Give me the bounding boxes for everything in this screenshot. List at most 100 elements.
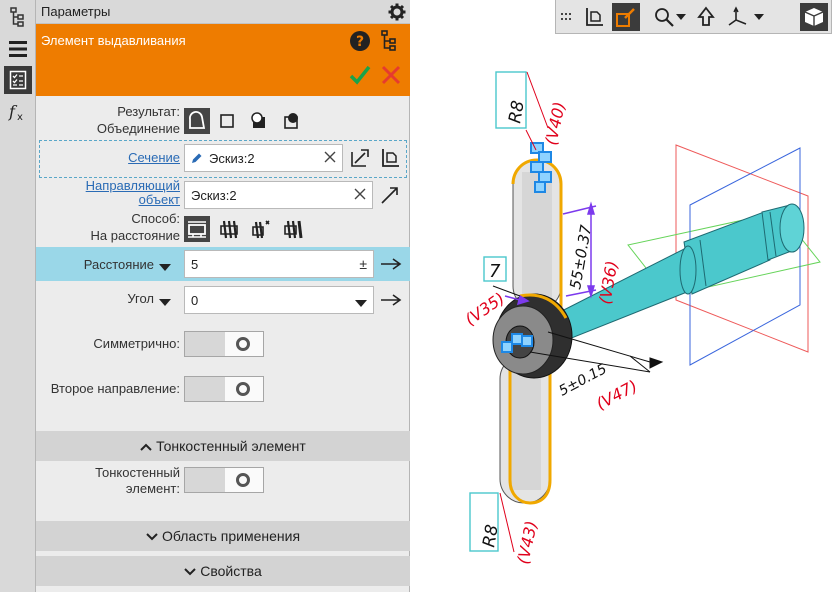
guide-direction-button[interactable] bbox=[377, 182, 403, 208]
properties-section-title: Свойства bbox=[200, 563, 262, 579]
section-clear-button[interactable] bbox=[324, 150, 336, 166]
arrow-right-icon bbox=[381, 258, 402, 270]
clear-x-icon bbox=[354, 188, 366, 200]
clear-x-icon bbox=[324, 151, 336, 163]
zoom-icon bbox=[655, 8, 674, 27]
axes-button[interactable] bbox=[724, 3, 752, 31]
model-viewport[interactable]: R8 (V40) 55±0.37 (V36) 7 (V35) 5±0.15 (V… bbox=[411, 0, 832, 592]
angle-direction-button[interactable] bbox=[380, 293, 402, 310]
intersect-icon bbox=[284, 113, 298, 129]
parameters-list-icon bbox=[9, 70, 27, 90]
chevron-up-icon bbox=[140, 443, 152, 452]
panel-title-bar: Параметры bbox=[36, 0, 410, 24]
result-intersect-button[interactable] bbox=[278, 108, 304, 134]
angle-dropdown-button[interactable] bbox=[159, 295, 171, 310]
caret-down-icon bbox=[754, 14, 764, 20]
toggle-knob bbox=[236, 337, 250, 351]
properties-section-title-wrap: Свойства bbox=[36, 563, 410, 579]
to-vertex-icon bbox=[252, 220, 270, 239]
model-tree-icon bbox=[10, 7, 24, 27]
scope-section-title-wrap: Область применения bbox=[36, 528, 410, 544]
toggle-knob bbox=[236, 382, 250, 396]
edit-mode-button[interactable] bbox=[612, 3, 640, 31]
method-to-surface-button[interactable] bbox=[280, 216, 306, 242]
tree-button[interactable] bbox=[4, 3, 32, 31]
thin-wall-label-line2: элемент: bbox=[125, 481, 180, 496]
operation-title: Элемент выдавливания bbox=[41, 33, 186, 48]
second-direction-toggle[interactable] bbox=[184, 376, 264, 402]
method-distance-button[interactable] bbox=[184, 216, 210, 242]
angle-select[interactable]: 0 bbox=[184, 286, 374, 314]
method-to-vertex-button[interactable] bbox=[248, 216, 274, 242]
guide-value: Эскиз:2 bbox=[191, 188, 237, 203]
result-value: Объединение bbox=[96, 121, 180, 136]
section-label-link[interactable]: Сечение bbox=[36, 150, 180, 166]
distance-dropdown-button[interactable] bbox=[159, 260, 171, 275]
tree-structure-icon bbox=[381, 30, 396, 51]
distance-plusminus-button[interactable]: ± bbox=[359, 256, 367, 272]
result-union-button[interactable] bbox=[184, 108, 210, 134]
toggle-knob bbox=[236, 473, 250, 487]
arrow-right-icon bbox=[381, 294, 402, 306]
cancel-button[interactable] bbox=[380, 64, 402, 89]
function-fx-icon: f x bbox=[8, 102, 23, 123]
chevron-down-icon bbox=[146, 533, 158, 541]
display-style-button[interactable] bbox=[800, 3, 828, 31]
parameters-panel: Параметры Элемент выдавливания ? Результ… bbox=[36, 0, 410, 592]
cube-icon bbox=[804, 8, 824, 26]
svg-text:?: ? bbox=[356, 34, 364, 50]
symmetric-label: Симметрично: bbox=[93, 336, 180, 351]
help-button[interactable]: ? bbox=[349, 30, 371, 55]
hamburger-icon bbox=[9, 41, 27, 57]
edit-part-icon bbox=[616, 8, 635, 27]
sketch-mode-button[interactable] bbox=[580, 3, 608, 31]
section-sketch-button[interactable] bbox=[377, 145, 403, 171]
second-direction-label: Второе направление: bbox=[50, 381, 180, 396]
scope-section-title: Область применения bbox=[161, 528, 301, 544]
menu-button[interactable] bbox=[4, 35, 32, 63]
pencil-icon bbox=[192, 153, 202, 163]
thin-wall-section-title-wrap: Тонкостенный элемент bbox=[36, 438, 410, 454]
model-scene: R8 (V40) 55±0.37 (V36) 7 (V35) 5±0.15 (V… bbox=[461, 71, 821, 566]
subtract-icon bbox=[251, 112, 265, 128]
section-value: Эскиз:2 bbox=[209, 151, 255, 166]
panel-settings-button[interactable] bbox=[388, 3, 406, 24]
panel-title: Параметры bbox=[41, 4, 111, 19]
view-orient-button[interactable] bbox=[692, 3, 720, 31]
scope-section-header[interactable]: Область применения bbox=[36, 521, 410, 551]
guide-field[interactable]: Эскиз:2 bbox=[184, 181, 373, 209]
parameters-button[interactable] bbox=[4, 66, 32, 94]
variables-button[interactable]: f x bbox=[4, 98, 32, 126]
symmetric-toggle[interactable] bbox=[184, 331, 264, 357]
dim-r8-bottom-label: R8 bbox=[479, 523, 503, 549]
distance-value: 5 bbox=[191, 257, 199, 272]
sketch-icon bbox=[382, 149, 399, 167]
axes-dropdown[interactable] bbox=[752, 3, 766, 31]
guide-label-link-line2[interactable]: объект bbox=[36, 192, 180, 208]
method-through-all-button[interactable] bbox=[216, 216, 242, 242]
grip-dots-icon bbox=[561, 13, 571, 20]
result-subtract-button[interactable] bbox=[246, 108, 272, 134]
zoom-dropdown[interactable] bbox=[674, 3, 688, 31]
section-field[interactable]: Эскиз:2 bbox=[184, 144, 343, 172]
operation-tree-button[interactable] bbox=[380, 30, 398, 55]
thin-wall-section-header[interactable]: Тонкостенный элемент bbox=[36, 431, 410, 461]
caret-down-icon bbox=[159, 264, 171, 271]
union-icon bbox=[189, 111, 206, 129]
distance-input[interactable]: 5 ± bbox=[184, 250, 374, 278]
result-new-body-button[interactable] bbox=[214, 108, 240, 134]
thin-wall-toggle[interactable] bbox=[184, 467, 264, 493]
method-value: На расстояние bbox=[90, 228, 180, 243]
toggle-track bbox=[185, 468, 225, 492]
distance-direction-button[interactable] bbox=[380, 257, 402, 274]
to-surface-icon bbox=[284, 220, 303, 239]
extrude-distance-icon bbox=[188, 221, 206, 238]
properties-section-header[interactable]: Свойства bbox=[36, 556, 410, 586]
section-sketch-edit-button[interactable] bbox=[347, 145, 373, 171]
toolbar-grip[interactable] bbox=[558, 3, 574, 31]
result-label: Результат: bbox=[117, 104, 180, 119]
through-all-icon bbox=[220, 220, 238, 239]
ok-button[interactable] bbox=[349, 64, 371, 89]
guide-clear-button[interactable] bbox=[354, 187, 366, 203]
angle-select-caret[interactable] bbox=[355, 295, 367, 311]
